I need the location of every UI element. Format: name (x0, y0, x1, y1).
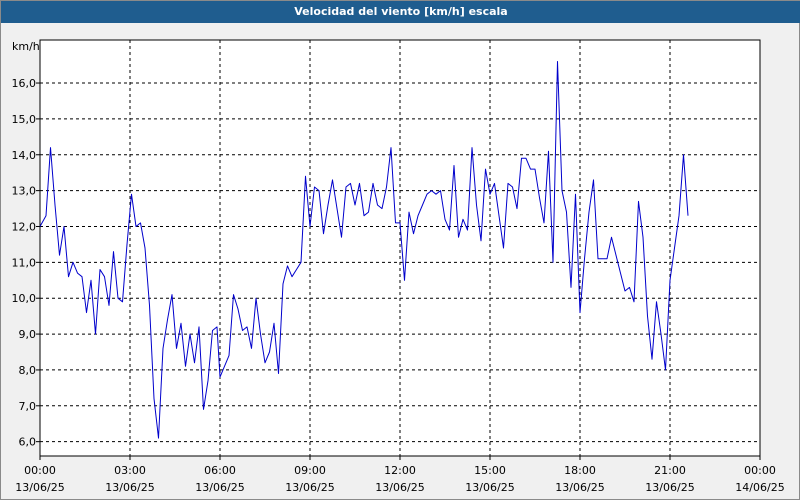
y-tick-label: 13,0 (12, 185, 37, 198)
y-tick-label: 9,0 (19, 328, 37, 341)
x-tick-date: 14/06/25 (735, 481, 784, 494)
x-tick-time: 09:00 (294, 464, 326, 477)
x-tick-date: 13/06/25 (645, 481, 694, 494)
x-tick-date: 13/06/25 (195, 481, 244, 494)
y-tick-label: 12,0 (12, 220, 37, 233)
x-tick-date: 13/06/25 (105, 481, 154, 494)
x-tick-time: 12:00 (384, 464, 416, 477)
y-tick-label: 10,0 (12, 292, 37, 305)
x-tick-time: 15:00 (474, 464, 506, 477)
y-tick-label: 16,0 (12, 77, 37, 90)
x-tick-date: 13/06/25 (465, 481, 514, 494)
x-tick-time: 21:00 (654, 464, 686, 477)
x-tick-date: 13/06/25 (15, 481, 64, 494)
y-tick-label: 7,0 (19, 400, 37, 413)
y-tick-label: 14,0 (12, 149, 37, 162)
x-tick-time: 18:00 (564, 464, 596, 477)
x-tick-time: 00:00 (744, 464, 776, 477)
y-tick-label: 8,0 (19, 364, 37, 377)
x-tick-time: 06:00 (204, 464, 236, 477)
x-tick-date: 13/06/25 (555, 481, 604, 494)
y-tick-label: 6,0 (19, 436, 37, 449)
x-tick-date: 13/06/25 (375, 481, 424, 494)
y-unit-label: km/h (12, 40, 40, 53)
x-tick-time: 00:00 (24, 464, 56, 477)
x-tick-date: 13/06/25 (285, 481, 334, 494)
y-tick-label: 15,0 (12, 113, 37, 126)
y-tick-label: 11,0 (12, 256, 37, 269)
x-tick-time: 03:00 (114, 464, 146, 477)
wind-speed-chart: 6,0 7,0 8,0 9,0 10,0 11,0 12,0 13,0 14,0 15,0 16,0… (12, 39, 785, 494)
